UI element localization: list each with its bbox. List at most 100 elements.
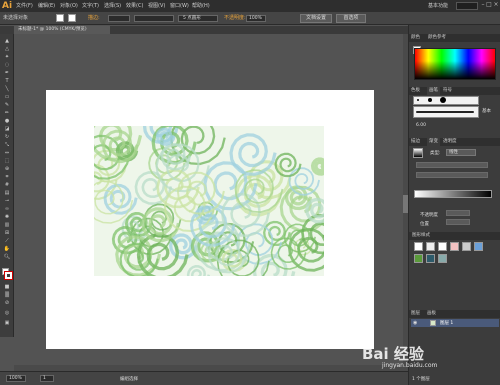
menu-view[interactable]: 视图(V) <box>148 2 165 10</box>
eyedropper-tool-icon[interactable]: ⊸ <box>3 198 11 204</box>
graphic-style-5[interactable] <box>462 242 471 251</box>
lasso-tool-icon[interactable]: ◌ <box>3 62 11 68</box>
graphic-style-3[interactable] <box>438 242 447 251</box>
search-input[interactable] <box>456 2 478 10</box>
gradient-angle-field[interactable] <box>416 162 488 168</box>
layers-tab[interactable]: 图层 <box>411 310 420 318</box>
graphic-style-4[interactable] <box>450 242 459 251</box>
selection-tool-icon[interactable]: ▲ <box>3 38 11 44</box>
slice-tool-icon[interactable]: ⟋ <box>3 238 11 244</box>
color-guide-tab[interactable]: 颜色参考 <box>428 34 446 42</box>
rectangle-tool-icon[interactable]: ▭ <box>3 94 11 100</box>
swatches-tab[interactable]: 色板 <box>411 87 420 95</box>
width-tool-icon[interactable]: ⇔ <box>3 150 11 156</box>
layer-name[interactable]: 图层 1 <box>440 320 453 326</box>
perspective-grid-tool-icon[interactable]: ⌗ <box>3 174 11 180</box>
menu-file[interactable]: 文件(F) <box>16 2 33 10</box>
gradient-position-field[interactable] <box>446 219 470 225</box>
free-transform-tool-icon[interactable]: ⬚ <box>3 158 11 164</box>
column-graph-tool-icon[interactable]: ▥ <box>3 222 11 228</box>
color-spectrum[interactable] <box>414 48 496 80</box>
artboard-tool-icon[interactable]: ⊞ <box>3 230 11 236</box>
close-icon[interactable]: × <box>493 1 499 9</box>
graphic-style-6[interactable] <box>474 242 483 251</box>
maximize-icon[interactable]: □ <box>486 1 492 9</box>
menu-help[interactable]: 帮助(H) <box>192 2 210 10</box>
graphic-style-default[interactable] <box>414 242 423 251</box>
stroke-swatch[interactable] <box>68 14 76 22</box>
line-tool-icon[interactable]: ╲ <box>3 86 11 92</box>
hand-tool-icon[interactable]: ✋ <box>3 246 11 252</box>
pen-tool-icon[interactable]: ✒ <box>3 70 11 76</box>
menu-effect[interactable]: 效果(C) <box>126 2 143 10</box>
visibility-eye-icon[interactable]: ◉ <box>413 320 417 326</box>
color-tab[interactable]: 颜色 <box>411 34 420 42</box>
gradient-tool-icon[interactable]: ▤ <box>3 190 11 196</box>
symbols-tab[interactable]: 符号 <box>443 87 452 95</box>
brush-presets[interactable] <box>413 96 479 105</box>
zoom-tool-icon[interactable]: 🔍︎ <box>3 254 11 260</box>
menu-window[interactable]: 窗口(W) <box>170 2 189 10</box>
brush-dot-large-icon[interactable] <box>440 97 446 103</box>
artboards-tab[interactable]: 画板 <box>427 310 436 318</box>
graphic-style-2[interactable] <box>426 242 435 251</box>
menu-edit[interactable]: 编辑(E) <box>38 2 55 10</box>
opacity-label[interactable]: 不透明度: <box>224 15 246 22</box>
gradient-opacity-field[interactable] <box>446 210 470 216</box>
blob-brush-tool-icon[interactable]: ● <box>3 118 11 124</box>
none-mode-icon[interactable]: ⊘ <box>3 300 11 306</box>
preferences-button[interactable]: 首选项 <box>336 14 366 23</box>
variable-width-field[interactable] <box>134 15 174 22</box>
rotate-tool-icon[interactable]: ↻ <box>3 134 11 140</box>
menu-select[interactable]: 选择(S) <box>104 2 121 10</box>
baidu-watermark-logo: Bai 经验 <box>362 345 424 363</box>
document-setup-button[interactable]: 文档设置 <box>300 14 332 23</box>
layers-panel-header <box>409 310 500 318</box>
paintbrush-tool-icon[interactable]: ✎ <box>3 102 11 108</box>
stroke-tab[interactable]: 描边 <box>411 138 420 146</box>
gradient-aspect-field[interactable] <box>416 172 488 178</box>
swirl-pattern-artwork[interactable] <box>94 126 324 276</box>
artboard-number-field[interactable]: 1 <box>40 375 54 382</box>
eraser-tool-icon[interactable]: ◪ <box>3 126 11 132</box>
drawing-mode-icon[interactable]: ◎ <box>3 310 11 316</box>
layer-row[interactable] <box>411 319 499 327</box>
workspace-switcher[interactable]: 基本功能 <box>428 2 448 10</box>
brushes-tab[interactable]: 画笔 <box>427 87 440 95</box>
current-tool-label: 编组选择 <box>120 377 138 382</box>
app-logo: Ai <box>2 1 13 11</box>
document-tab[interactable]: 未标题-1* @ 100% (CMYK/预览) <box>14 26 110 34</box>
gradient-mode-icon[interactable]: ▒ <box>3 292 11 298</box>
stroke-label[interactable]: 描边: <box>88 15 100 22</box>
gradient-swatch[interactable] <box>413 148 423 158</box>
stroke-color-icon[interactable] <box>4 271 13 280</box>
symbol-sprayer-tool-icon[interactable]: ✺ <box>3 214 11 220</box>
menu-object[interactable]: 对象(O) <box>60 2 78 10</box>
graphic-style-8[interactable] <box>426 254 435 263</box>
direct-selection-tool-icon[interactable]: △ <box>3 46 11 52</box>
scale-tool-icon[interactable]: ⤡ <box>3 142 11 148</box>
shape-builder-tool-icon[interactable]: ⊕ <box>3 166 11 172</box>
pencil-tool-icon[interactable]: ✏ <box>3 110 11 116</box>
brush-dot-small-icon[interactable] <box>417 99 419 101</box>
brush-definition-field[interactable]: 5 点圆形 <box>178 15 218 22</box>
transparency-tab[interactable]: 透明度 <box>443 138 457 146</box>
brush-dot-medium-icon[interactable] <box>428 98 432 102</box>
fill-swatch[interactable] <box>56 14 64 22</box>
gradient-tab[interactable]: 渐变 <box>427 138 440 146</box>
graphic-style-9[interactable] <box>438 254 447 263</box>
blend-tool-icon[interactable]: ∞ <box>3 206 11 212</box>
opacity-field[interactable]: 100% <box>246 15 266 22</box>
magic-wand-tool-icon[interactable]: ✦ <box>3 54 11 60</box>
stroke-weight-field[interactable] <box>108 15 130 22</box>
gradient-slider[interactable] <box>414 190 492 198</box>
zoom-field[interactable]: 100% <box>6 375 26 382</box>
type-tool-icon[interactable]: T <box>3 78 11 84</box>
screen-mode-icon[interactable]: ▣ <box>3 320 11 326</box>
menu-type[interactable]: 文字(T) <box>82 2 99 10</box>
mesh-tool-icon[interactable]: # <box>3 182 11 188</box>
gradient-type-select[interactable]: 线性 <box>446 149 476 156</box>
watermark-url: jingyan.baidu.com <box>382 362 438 369</box>
color-mode-icon[interactable]: ■ <box>3 284 11 290</box>
graphic-style-7[interactable] <box>414 254 423 263</box>
